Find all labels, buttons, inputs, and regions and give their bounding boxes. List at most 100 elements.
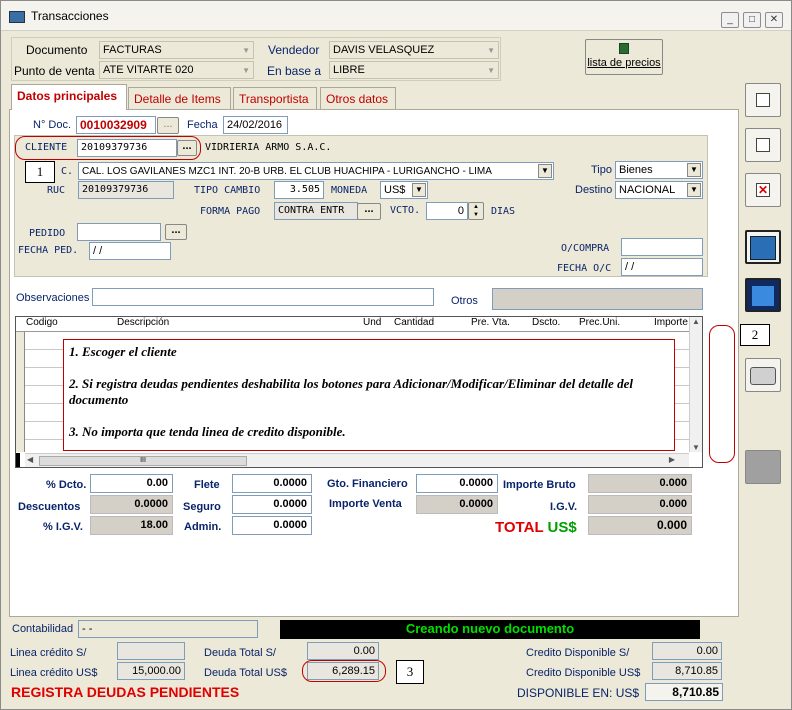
delete-document-icon: ✕ [756, 183, 770, 197]
destino-select[interactable]: NACIONAL ▼ [615, 181, 703, 199]
grid-left-marker [16, 453, 20, 467]
save-button[interactable] [745, 230, 781, 264]
col-cantidad: Cantidad [394, 317, 435, 328]
edit-document-icon [756, 138, 770, 152]
moneda-label: MONEDA [331, 185, 368, 196]
disponible-label: DISPONIBLE EN: US$ [517, 686, 640, 700]
gto-fin-field[interactable]: 0.0000 [416, 474, 498, 493]
descuentos-field: 0.0000 [90, 495, 173, 514]
vcto-field[interactable]: 0 [426, 202, 468, 220]
gto-fin-label: Gto. Financiero [327, 478, 408, 490]
col-importe: Importe [654, 317, 688, 328]
grid-vscroll[interactable]: ▲ ▼ [689, 317, 702, 452]
direccion-label: C. [61, 166, 74, 177]
lista-precios-label: lista de precios [587, 57, 661, 69]
igv-label: I.G.V. [550, 501, 578, 513]
delete-item-button[interactable]: ✕ [745, 173, 781, 207]
admin-field[interactable]: 0.0000 [232, 516, 312, 535]
igv-pct-field: 18.00 [90, 516, 173, 535]
printer-icon [750, 367, 776, 385]
deuda-s-label: Deuda Total S/ [204, 647, 276, 659]
en-base-select[interactable]: LIBRE ▼ [329, 61, 499, 79]
deuda-usd-label: Deuda Total US$ [204, 667, 287, 679]
badge-1: 1 [25, 161, 55, 183]
en-base-value: LIBRE [333, 64, 365, 76]
ndoc-ellipsis-button[interactable]: ... [157, 117, 179, 134]
scroll-down-icon[interactable]: ▼ [690, 443, 702, 452]
ruc-field: 20109379736 [78, 181, 174, 199]
scroll-up-icon[interactable]: ▲ [690, 317, 702, 326]
close-icon[interactable]: ✕ [765, 12, 783, 28]
minimize-icon[interactable]: _ [721, 12, 739, 28]
blank-button[interactable] [745, 450, 781, 484]
documento-value: FACTURAS [103, 44, 162, 56]
vendedor-select[interactable]: DAVIS VELASQUEZ ▼ [329, 41, 499, 59]
home-button[interactable] [745, 278, 781, 312]
descuentos-label: Descuentos [18, 501, 81, 513]
direccion-select[interactable]: CAL. LOS GAVILANES MZC1 INT. 20-B URB. E… [78, 162, 554, 180]
tipo-cambio-field[interactable]: 3.505 [274, 181, 324, 199]
flete-field[interactable]: 0.0000 [232, 474, 312, 493]
deuda-s-field: 0.00 [307, 642, 379, 660]
col-prec-uni: Prec.Uni. [579, 317, 621, 328]
window-title: Transacciones [31, 9, 109, 23]
ndoc-field[interactable]: 0010032909 [76, 116, 156, 134]
scroll-right-icon[interactable]: ▶ [669, 455, 675, 464]
edit-item-button[interactable] [745, 128, 781, 162]
observaciones-field[interactable] [92, 288, 434, 306]
ocompra-field[interactable] [621, 238, 703, 256]
col-und: Und [363, 317, 382, 328]
add-document-icon [756, 93, 770, 107]
importe-bruto-label: Importe Bruto [503, 479, 576, 491]
hscroll-grip: III [140, 457, 146, 464]
fecha-oc-field[interactable]: / / [621, 258, 703, 276]
chevron-down-icon: ▼ [242, 46, 250, 55]
badge-3: 3 [396, 660, 424, 684]
print-button[interactable] [745, 358, 781, 392]
punto-venta-value: ATE VITARTE 020 [103, 64, 194, 76]
forma-pago-button[interactable]: ... [357, 203, 381, 220]
grid-hscroll[interactable]: ◀ III ▶ [25, 453, 689, 467]
hscroll-thumb[interactable]: III [39, 456, 247, 466]
title-bar: Transacciones _ □ ✕ [1, 1, 791, 31]
seguro-field[interactable]: 0.0000 [232, 495, 312, 514]
total-currency: US$ [547, 519, 577, 536]
col-pre-vta: Pre. Vta. [471, 317, 510, 328]
admin-label: Admin. [184, 521, 222, 533]
seguro-label: Seguro [183, 501, 221, 513]
add-item-button[interactable] [745, 83, 781, 117]
punto-venta-select[interactable]: ATE VITARTE 020 ▼ [99, 61, 254, 79]
disponible-field: 8,710.85 [645, 683, 723, 701]
contabilidad-field: - - [78, 620, 258, 638]
fecha-ped-field[interactable]: / / [89, 242, 171, 260]
tab-datos-principales[interactable]: Datos principales [11, 84, 127, 110]
fecha-label: Fecha [187, 119, 218, 131]
lista-precios-button[interactable]: lista de precios [585, 39, 663, 75]
pedido-field[interactable] [77, 223, 161, 241]
destino-value: NACIONAL [619, 184, 676, 196]
dias-label: DIAS [491, 206, 516, 217]
badge-2-text: 2 [751, 327, 759, 342]
pedido-button[interactable]: ... [165, 224, 187, 240]
tab-otros-datos[interactable]: Otros datos [320, 87, 396, 109]
maximize-icon[interactable]: □ [743, 12, 761, 28]
dcto-field[interactable]: 0.00 [90, 474, 173, 493]
dcto-label: % Dcto. [46, 479, 87, 491]
fecha-oc-label: FECHA O/C [557, 263, 612, 274]
linea-usd-field: 15,000.00 [117, 662, 185, 680]
vcto-stepper[interactable]: ▲ ▼ [468, 202, 484, 220]
fecha-field[interactable]: 24/02/2016 [223, 116, 288, 134]
chevron-down-icon: ▼ [687, 183, 701, 197]
importe-venta-label: Importe Venta [329, 498, 402, 510]
moneda-select[interactable]: US$ ▼ [380, 181, 428, 199]
col-descripcion: Descripción [117, 317, 170, 328]
scroll-left-icon[interactable]: ◀ [27, 455, 33, 464]
igv-pct-label: % I.G.V. [43, 521, 83, 533]
documento-select[interactable]: FACTURAS ▼ [99, 41, 254, 59]
tab-detalle-items[interactable]: Detalle de Items [128, 87, 231, 109]
tipo-select[interactable]: Bienes ▼ [615, 161, 703, 179]
tab-transportista[interactable]: Transportista [233, 87, 317, 109]
chevron-down-icon: ▼ [687, 163, 701, 177]
buttons-disabled-highlight [709, 325, 735, 463]
linea-usd-label: Linea crédito US$ [10, 667, 98, 679]
